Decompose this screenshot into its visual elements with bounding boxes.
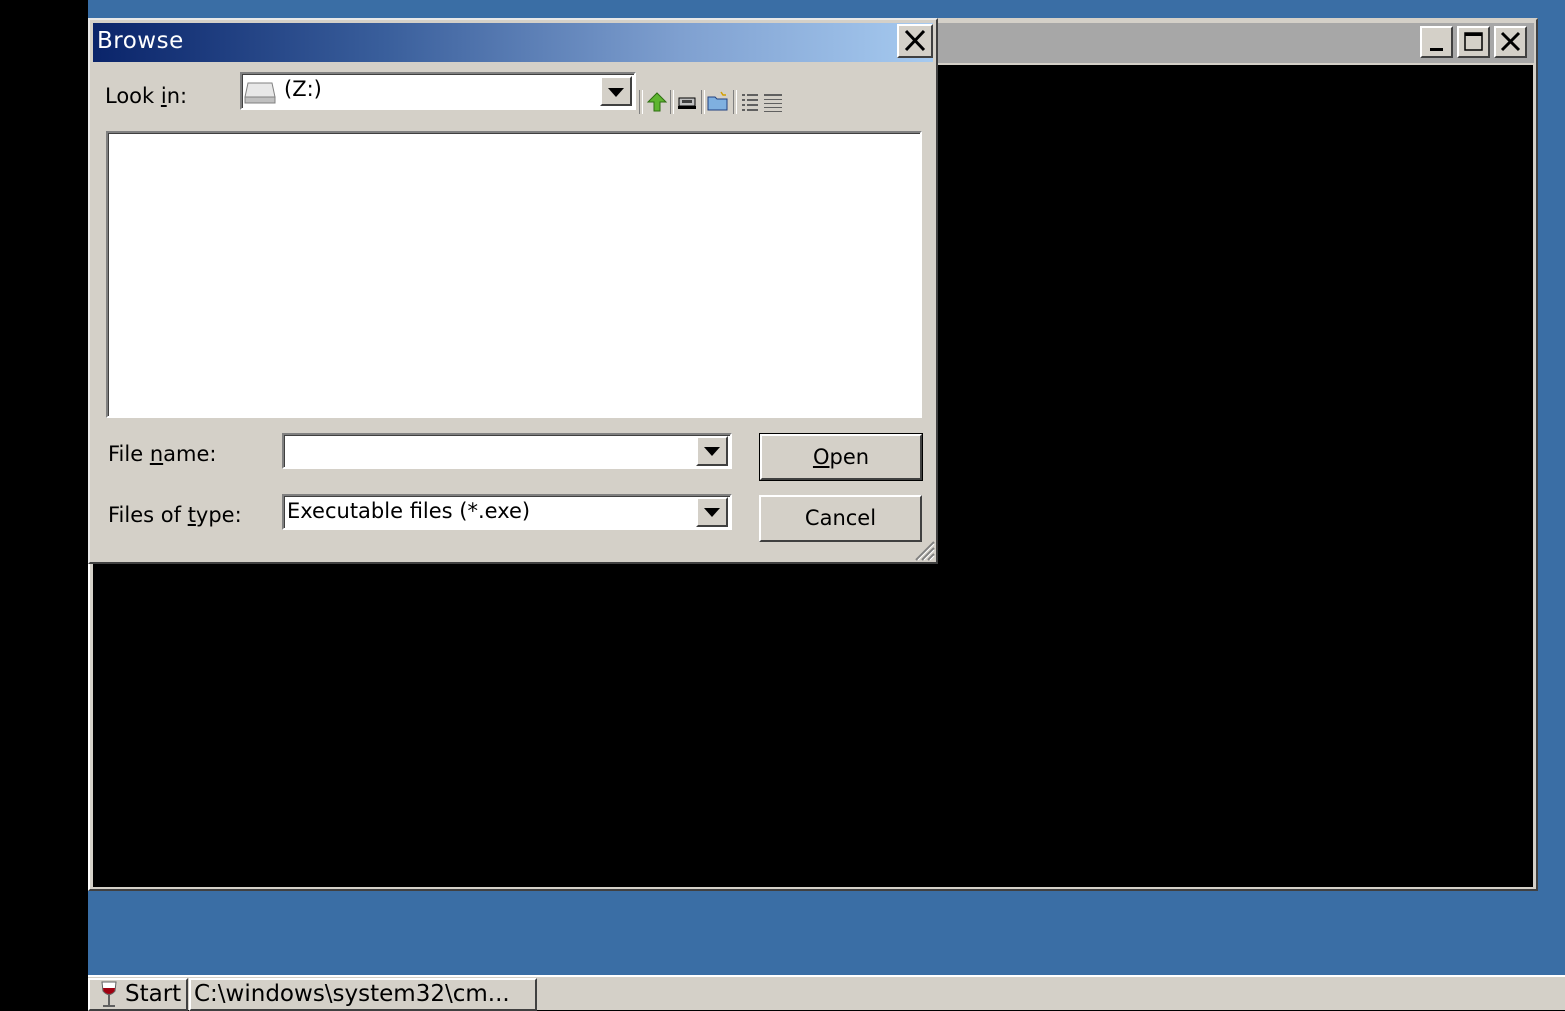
chevron-down-icon — [704, 508, 720, 517]
browse-dialog: Browse Look in: (Z:) File name: Files of… — [88, 18, 938, 564]
taskbar: Start C:\windows\system32\cm... — [88, 975, 1565, 1011]
task-label: C:\windows\system32\cm... — [194, 981, 510, 1007]
maximize-button[interactable] — [1457, 26, 1490, 58]
look-in-dropdown-button[interactable] — [600, 76, 632, 106]
console-close-button[interactable] — [1494, 26, 1527, 58]
up-folder-icon[interactable] — [645, 90, 669, 114]
toolbar-separator — [639, 90, 643, 114]
start-label: Start — [125, 981, 182, 1007]
start-button[interactable]: Start — [88, 978, 188, 1011]
files-of-type-label: Files of type: — [108, 503, 242, 527]
new-folder-icon[interactable] — [706, 90, 730, 114]
close-icon — [904, 29, 926, 52]
minimize-icon — [1430, 48, 1443, 51]
drive-icon — [244, 82, 276, 104]
toolbar-separator — [670, 90, 674, 114]
look-in-value: (Z:) — [284, 77, 322, 101]
open-button[interactable]: Open — [759, 433, 923, 481]
list-view-icon[interactable] — [738, 90, 762, 114]
look-in-label: Look in: — [105, 84, 188, 108]
file-name-input[interactable] — [286, 437, 696, 467]
file-name-label: File name: — [108, 442, 217, 466]
files-of-type-combobox[interactable]: Executable files (*.exe) — [282, 494, 732, 530]
file-list[interactable] — [106, 131, 922, 418]
minimize-button[interactable] — [1420, 26, 1453, 58]
close-icon — [1500, 31, 1521, 52]
dialog-title-bar[interactable]: Browse — [93, 23, 933, 62]
chevron-down-icon — [704, 447, 720, 456]
dialog-close-button[interactable] — [897, 24, 933, 58]
details-view-icon[interactable] — [761, 90, 785, 114]
look-in-combobox[interactable]: (Z:) — [240, 72, 636, 110]
dialog-title: Browse — [97, 28, 184, 54]
resize-grip-icon[interactable] — [912, 538, 936, 562]
toolbar-separator — [733, 90, 737, 114]
file-name-dropdown-button[interactable] — [696, 436, 728, 466]
files-of-type-value: Executable files (*.exe) — [287, 499, 531, 523]
toolbar-separator — [701, 90, 705, 114]
files-of-type-dropdown-button[interactable] — [696, 497, 728, 527]
file-name-combobox[interactable] — [282, 433, 732, 469]
wine-glass-icon — [101, 981, 117, 1007]
cancel-button[interactable]: Cancel — [759, 495, 922, 542]
desktop-icon[interactable] — [675, 90, 699, 114]
chevron-down-icon — [608, 88, 624, 97]
maximize-icon — [1464, 32, 1483, 51]
taskbar-task-console[interactable]: C:\windows\system32\cm... — [189, 978, 537, 1011]
